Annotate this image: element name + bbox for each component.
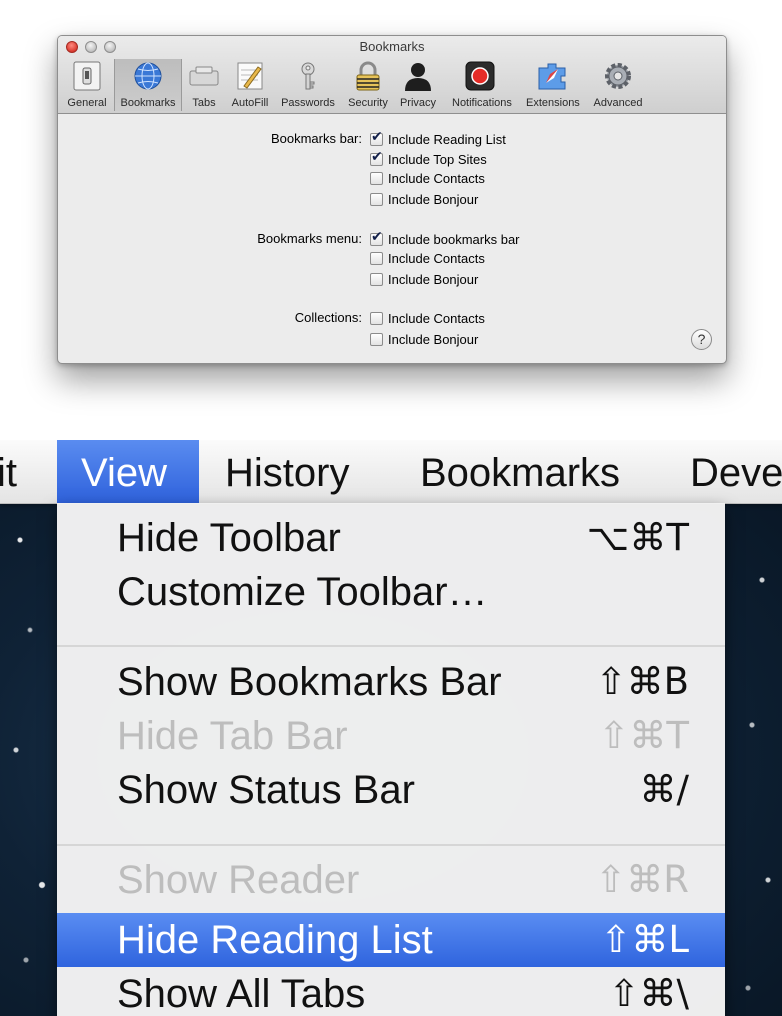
globe-icon — [134, 62, 162, 90]
menu-item-label: Show Status Bar — [117, 768, 415, 812]
help-icon: ? — [697, 331, 706, 347]
toolbar-item-privacy[interactable]: Privacy — [400, 59, 436, 111]
bar-include-bonjour-checkbox[interactable] — [370, 192, 383, 206]
gear-icon — [605, 63, 631, 89]
bookmarks-bar-group-label: Bookmarks bar: — [270, 131, 362, 146]
menubar-item-view[interactable]: View — [57, 440, 199, 503]
menubar-item-edit-partial[interactable]: it — [0, 440, 17, 503]
view-menu-dropdown: Hide Toolbar ⌥⌘T Customize Toolbar… Show… — [57, 503, 725, 1016]
menu-include-bonjour-checkbox[interactable] — [370, 272, 383, 286]
menu-item-shortcut: ⌥⌘T — [586, 516, 689, 559]
key-icon — [301, 62, 315, 90]
padlock-icon — [356, 61, 380, 91]
checkbox-label: Include Bonjour — [388, 271, 479, 287]
notifications-icon — [465, 61, 495, 91]
checkbox-row-collections-include-bonjour[interactable]: Include Bonjour — [370, 330, 478, 348]
menu-item-show-reader: Show Reader ⇧⌘R — [57, 853, 725, 907]
toolbar-label-autofill: AutoFill — [231, 97, 269, 109]
menu-bar: it View History Bookmarks Deve — [0, 440, 782, 504]
toolbar-item-passwords[interactable]: Passwords — [281, 59, 335, 111]
toolbar-label-privacy: Privacy — [399, 97, 437, 109]
toolbar-item-extensions[interactable]: Extensions — [526, 59, 580, 111]
preferences-window: Bookmarks General Bookmarks Tabs AutoFil… — [57, 35, 727, 364]
collections-group-label: Collections: — [294, 310, 362, 325]
menu-item-customize-toolbar[interactable]: Customize Toolbar… — [57, 565, 725, 619]
checkbox-row-include-reading-list[interactable]: Include Reading List — [370, 129, 506, 148]
checkbox-row-menu-include-bonjour[interactable]: Include Bonjour — [370, 270, 478, 288]
menubar-item-bookmarks[interactable]: Bookmarks — [420, 440, 620, 503]
menu-item-shortcut: ⇧⌘\ — [608, 972, 689, 1015]
menubar-item-history[interactable]: History — [225, 440, 349, 503]
menu-item-shortcut: ⇧⌘L — [600, 918, 689, 961]
extensions-compass-icon — [538, 63, 566, 90]
include-top-sites-checkbox[interactable] — [370, 149, 383, 166]
menu-item-label: Show Bookmarks Bar — [117, 660, 502, 704]
checkbox-row-include-top-sites[interactable]: Include Top Sites — [370, 149, 487, 168]
bookmarks-menu-group-label: Bookmarks menu: — [257, 231, 362, 246]
menu-item-hide-toolbar[interactable]: Hide Toolbar ⌥⌘T — [57, 511, 725, 565]
collections-include-contacts-checkbox[interactable] — [370, 311, 383, 325]
window-title: Bookmarks — [359, 39, 425, 54]
help-button[interactable]: ? — [691, 329, 712, 350]
checkbox-row-collections-include-contacts[interactable]: Include Contacts — [370, 309, 485, 327]
checkbox-label: Include Contacts — [388, 250, 485, 266]
include-bookmarks-bar-checkbox[interactable] — [370, 229, 383, 246]
toolbar-label-notifications: Notifications — [452, 97, 512, 109]
menu-item-shortcut: ⌘/ — [639, 768, 689, 811]
menu-separator — [57, 844, 725, 846]
menu-item-label: Hide Toolbar — [117, 516, 341, 560]
toolbar-item-tabs[interactable]: Tabs — [188, 59, 220, 111]
toolbar-label-extensions: Extensions — [526, 97, 580, 109]
toolbar-item-security[interactable]: Security — [348, 59, 388, 111]
checkbox-label: Include Top Sites — [388, 151, 487, 167]
window-titlebar: Bookmarks General Bookmarks Tabs AutoFil… — [58, 36, 726, 114]
menu-item-shortcut: ⇧⌘R — [595, 858, 689, 901]
checkbox-label: Include bookmarks bar — [388, 231, 520, 247]
menubar-item-develop-partial[interactable]: Deve — [690, 440, 782, 503]
toolbar-label-bookmarks: Bookmarks — [120, 97, 176, 109]
menu-item-shortcut: ⇧⌘B — [595, 660, 689, 703]
checkbox-label: Include Bonjour — [388, 331, 479, 347]
checkbox-row-bar-include-contacts[interactable]: Include Contacts — [370, 169, 485, 187]
toolbar-item-advanced[interactable]: Advanced — [594, 59, 642, 111]
menu-item-show-all-tabs[interactable]: Show All Tabs ⇧⌘\ — [57, 967, 725, 1016]
menu-item-show-status-bar[interactable]: Show Status Bar ⌘/ — [57, 763, 725, 817]
toolbar-label-passwords: Passwords — [281, 97, 335, 109]
menu-include-contacts-checkbox[interactable] — [370, 251, 383, 265]
toolbar-item-autofill[interactable]: AutoFill — [230, 59, 270, 111]
toolbar-label-advanced: Advanced — [593, 97, 643, 109]
collections-include-bonjour-checkbox[interactable] — [370, 332, 383, 346]
checkbox-row-menu-include-contacts[interactable]: Include Contacts — [370, 249, 485, 267]
menu-item-hide-tab-bar: Hide Tab Bar ⇧⌘T — [57, 709, 725, 763]
include-reading-list-checkbox[interactable] — [370, 129, 383, 146]
bar-include-contacts-checkbox[interactable] — [370, 171, 383, 185]
general-switch-icon — [73, 61, 101, 91]
toolbar-item-bookmarks[interactable]: Bookmarks — [114, 59, 182, 111]
toolbar-label-general: General — [67, 97, 107, 109]
menu-item-label: Hide Tab Bar — [117, 714, 348, 758]
checkbox-label: Include Bonjour — [388, 191, 479, 207]
checkbox-label: Include Contacts — [388, 170, 485, 186]
menu-item-shortcut: ⇧⌘T — [598, 714, 689, 757]
menu-item-label: Customize Toolbar… — [117, 570, 488, 614]
autofill-pencil-icon — [237, 62, 263, 90]
menu-separator — [57, 645, 725, 647]
menu-item-show-bookmarks-bar[interactable]: Show Bookmarks Bar ⇧⌘B — [57, 655, 725, 709]
menu-item-hide-reading-list[interactable]: Hide Reading List ⇧⌘L — [57, 913, 725, 967]
bookmarks-preferences-pane: Bookmarks bar: Include Reading List Incl… — [58, 114, 726, 363]
checkbox-row-bar-include-bonjour[interactable]: Include Bonjour — [370, 190, 478, 208]
menu-item-label: Show All Tabs — [117, 972, 366, 1016]
tabs-icon — [189, 66, 219, 86]
toolbar-item-general[interactable]: General — [66, 59, 108, 111]
zoomed-view-menu-section: it View History Bookmarks Deve Hide Tool… — [0, 440, 782, 1016]
toolbar-label-security: Security — [348, 97, 388, 109]
checkbox-label: Include Reading List — [388, 131, 506, 147]
toolbar-item-notifications[interactable]: Notifications — [452, 59, 512, 111]
toolbar-label-tabs: Tabs — [192, 97, 216, 109]
checkbox-label: Include Contacts — [388, 310, 485, 326]
checkbox-row-include-bookmarks-bar[interactable]: Include bookmarks bar — [370, 229, 520, 248]
person-silhouette-icon — [405, 63, 431, 91]
menu-item-label: Show Reader — [117, 858, 360, 902]
menu-item-label: Hide Reading List — [117, 918, 433, 962]
